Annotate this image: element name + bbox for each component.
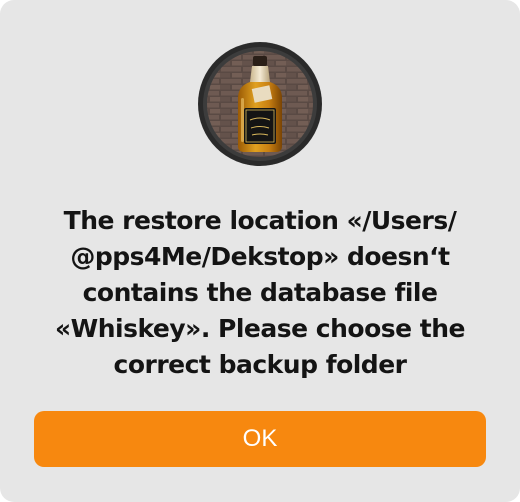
alert-dialog: The restore location «/Users/ @pps4Me/De… [0, 0, 520, 502]
whiskey-bottle-icon [198, 42, 322, 166]
message-line: contains the database file [82, 278, 438, 307]
ok-button[interactable]: OK [34, 411, 486, 467]
message-line: «Whiskey». Please choose the [55, 314, 466, 343]
alert-message: The restore location «/Users/ @pps4Me/De… [30, 203, 490, 383]
message-line: The restore location «/Users/ [63, 206, 457, 235]
message-line: @pps4Me/Dekstop» doesn‘t [70, 242, 450, 271]
message-line: correct backup folder [113, 350, 408, 379]
